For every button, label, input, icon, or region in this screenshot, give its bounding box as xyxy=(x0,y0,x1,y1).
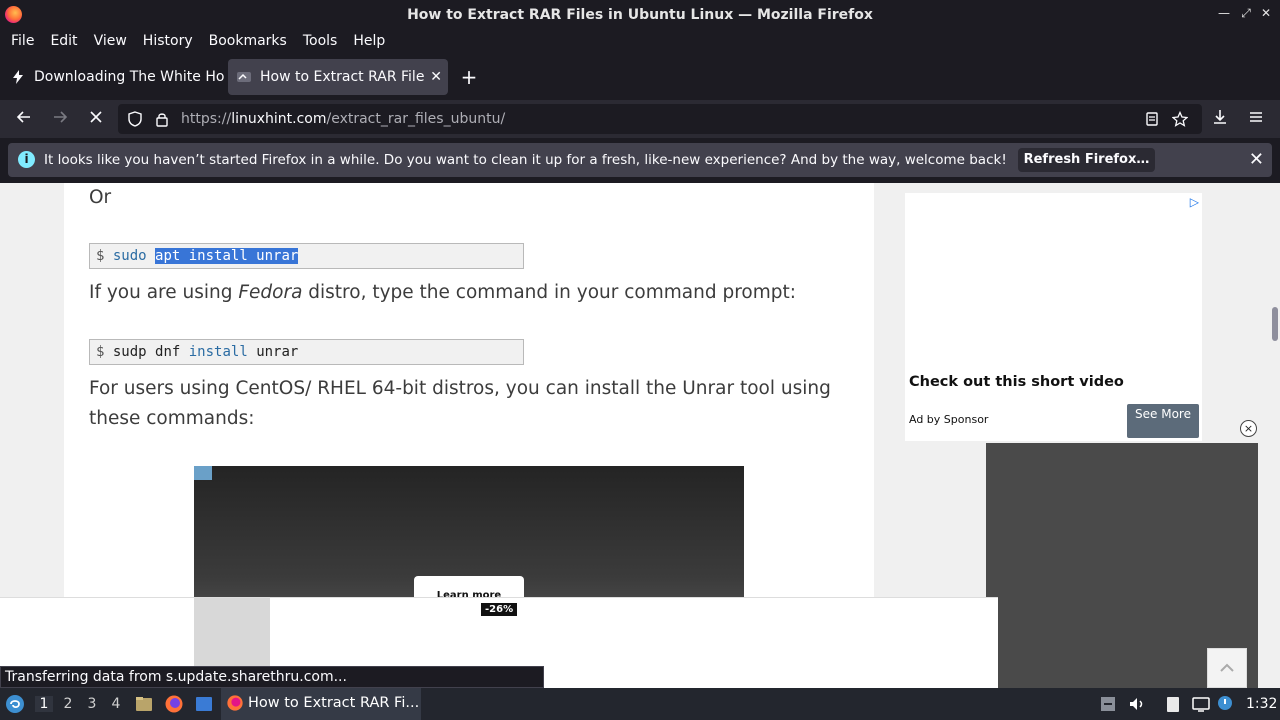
see-more-button[interactable]: See More xyxy=(1127,404,1199,438)
close-window-button[interactable]: ✕ xyxy=(1258,6,1274,20)
menu-bar: File Edit View History Bookmarks Tools H… xyxy=(0,29,1280,53)
scroll-to-top-button[interactable] xyxy=(1207,648,1247,688)
refresh-notification-bar: i It looks like you haven’t started Fire… xyxy=(8,143,1272,177)
adchoices-icon[interactable]: ▷ xyxy=(1190,195,1199,209)
site-favicon-icon xyxy=(236,69,252,85)
minimize-button[interactable]: — xyxy=(1216,6,1232,20)
code-block-apt[interactable]: $ sudo apt install unrar xyxy=(89,243,524,269)
close-notification-icon[interactable]: ✕ xyxy=(1249,149,1264,170)
workspace-1[interactable]: 1 xyxy=(35,696,53,712)
start-menu-icon[interactable] xyxy=(5,694,25,714)
chevron-up-icon xyxy=(1220,663,1234,672)
shield-icon[interactable] xyxy=(127,111,143,127)
file-manager-icon[interactable] xyxy=(134,694,154,714)
fedora-paragraph: If you are using Fedora distro, type the… xyxy=(89,282,796,303)
notification-message: It looks like you haven’t started Firefo… xyxy=(44,152,1007,168)
page-scrollbar[interactable] xyxy=(1270,183,1280,688)
window-title: How to Extract RAR Files in Ubuntu Linux… xyxy=(407,6,873,23)
back-arrow-icon xyxy=(16,111,30,123)
maximize-button[interactable]: ⤢ xyxy=(1238,6,1254,21)
reader-view-icon[interactable] xyxy=(1144,111,1160,127)
app-menu-button[interactable] xyxy=(1246,109,1266,129)
centos-paragraph-line1: For users using CentOS/ RHEL 64-bit dist… xyxy=(89,378,831,399)
update-notice-icon[interactable] xyxy=(1215,694,1235,714)
clock: 1:32 xyxy=(1246,696,1278,712)
code-block-dnf[interactable]: $ sudp dnf install unrar xyxy=(89,339,524,365)
taskbar-firefox-window[interactable]: How to Extract RAR Fi... xyxy=(221,688,421,720)
firefox-logo-icon xyxy=(5,6,22,23)
hamburger-menu-icon xyxy=(1250,112,1262,122)
tray-box-icon[interactable] xyxy=(1098,694,1118,714)
menu-help[interactable]: Help xyxy=(345,33,393,49)
url-text[interactable]: https://linuxhint.com/extract_rar_files_… xyxy=(181,111,505,127)
stop-loading-button[interactable] xyxy=(86,109,106,129)
clipboard-icon[interactable] xyxy=(1163,694,1183,714)
menu-bookmarks[interactable]: Bookmarks xyxy=(201,33,295,49)
sidebar-ad[interactable]: ▷ Check out this short video Ad by Spons… xyxy=(905,193,1202,441)
url-bar[interactable]: https://linuxhint.com/extract_rar_files_… xyxy=(118,104,1202,134)
discount-badge: -26% xyxy=(481,603,518,616)
lightning-favicon-icon xyxy=(10,69,26,85)
download-arrow-icon xyxy=(1214,110,1226,124)
new-tab-button[interactable]: + xyxy=(458,67,480,87)
menu-tools[interactable]: Tools xyxy=(295,33,346,49)
lock-icon[interactable] xyxy=(154,111,170,127)
bookmark-star-icon[interactable] xyxy=(1172,111,1188,127)
volume-icon[interactable] xyxy=(1127,694,1147,714)
scrollbar-thumb[interactable] xyxy=(1272,307,1278,341)
stop-x-icon xyxy=(90,111,102,123)
ad-sponsor: Ad by Sponsor xyxy=(909,413,989,426)
workspace-3[interactable]: 3 xyxy=(83,696,101,712)
workspace-4[interactable]: 4 xyxy=(107,696,125,712)
refresh-firefox-button[interactable]: Refresh Firefox… xyxy=(1018,148,1155,172)
navigation-bar: https://linuxhint.com/extract_rar_files_… xyxy=(0,100,1280,138)
centos-paragraph-line2: these commands: xyxy=(89,408,255,429)
terminal-launcher-icon[interactable] xyxy=(194,694,214,714)
display-icon[interactable] xyxy=(1191,694,1211,714)
tab-label: How to Extract RAR Files xyxy=(260,69,424,85)
menu-file[interactable]: File xyxy=(3,33,42,49)
tab-downloading[interactable]: Downloading The White House xyxy=(2,59,224,95)
web-page: Or $ sudo apt install unrar If you are u… xyxy=(0,183,1280,688)
or-text: Or xyxy=(89,187,112,208)
selected-text: apt install unrar xyxy=(155,248,299,264)
tab-label: Downloading The White House xyxy=(34,69,224,85)
firefox-task-icon xyxy=(227,695,243,711)
downloads-button[interactable] xyxy=(1210,109,1230,129)
tab-extract-rar[interactable]: How to Extract RAR Files ✕ xyxy=(228,59,448,95)
firefox-launcher-icon[interactable] xyxy=(164,694,184,714)
menu-edit[interactable]: Edit xyxy=(42,33,85,49)
ad-title[interactable]: Check out this short video xyxy=(909,374,1124,390)
ad-marker-icon xyxy=(194,466,212,480)
back-button[interactable] xyxy=(14,109,34,129)
taskbar: 1 2 3 4 How to Extract RAR Fi... 1:32 xyxy=(0,688,1280,720)
menu-history[interactable]: History xyxy=(135,33,201,49)
task-label: How to Extract RAR Fi... xyxy=(248,695,420,711)
forward-button[interactable] xyxy=(50,109,70,129)
workspace-2[interactable]: 2 xyxy=(59,696,77,712)
status-text: Transferring data from s.update.sharethr… xyxy=(0,666,544,688)
forward-arrow-icon xyxy=(54,111,68,123)
close-ad-icon[interactable]: × xyxy=(1240,420,1257,437)
close-tab-icon[interactable]: ✕ xyxy=(430,69,442,85)
info-icon: i xyxy=(18,151,35,168)
title-bar: How to Extract RAR Files in Ubuntu Linux… xyxy=(0,0,1280,29)
tab-strip: Downloading The White House How to Extra… xyxy=(0,55,1280,100)
menu-view[interactable]: View xyxy=(86,33,135,49)
